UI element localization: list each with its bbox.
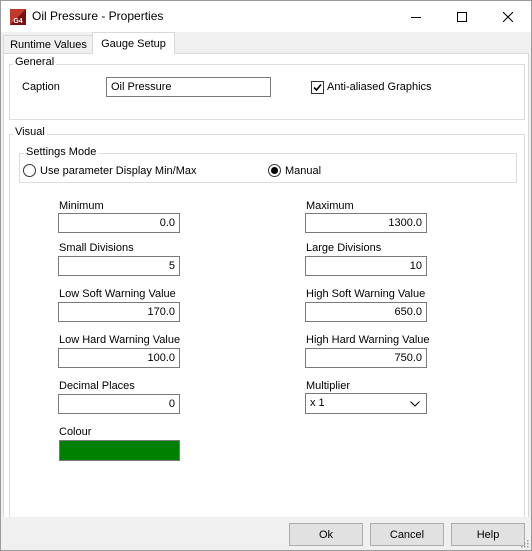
small-divisions-input[interactable]: 5	[58, 256, 180, 276]
maximize-button[interactable]	[439, 1, 485, 32]
resize-grip-icon[interactable]	[519, 538, 529, 548]
title-bar[interactable]: G4 Oil Pressure - Properties	[1, 1, 531, 32]
radio-use-parameter[interactable]	[23, 164, 36, 177]
decimal-places-label: Decimal Places	[59, 380, 135, 392]
visual-group-label: Visual	[13, 126, 47, 138]
minimize-icon	[411, 16, 421, 18]
tab-runtime-values[interactable]: Runtime Values	[3, 35, 94, 54]
visual-group	[9, 134, 525, 521]
low-soft-warning-label: Low Soft Warning Value	[59, 288, 176, 300]
antialias-checkbox[interactable]	[311, 81, 324, 94]
maximum-input[interactable]: 1300.0	[305, 213, 427, 233]
large-divisions-input[interactable]: 10	[305, 256, 427, 276]
high-hard-warning-input[interactable]: 750.0	[305, 348, 427, 368]
close-icon	[503, 11, 513, 22]
low-hard-warning-label: Low Hard Warning Value	[59, 334, 181, 346]
caption-label: Caption	[22, 81, 60, 93]
tab-gauge-setup[interactable]: Gauge Setup	[92, 32, 175, 54]
decimal-places-input[interactable]: 0	[58, 394, 180, 414]
maximum-label: Maximum	[306, 200, 354, 212]
general-group-label: General	[13, 56, 57, 68]
high-hard-warning-label: High Hard Warning Value	[306, 334, 430, 346]
colour-label: Colour	[59, 426, 92, 438]
app-logo-icon: G4	[10, 9, 26, 25]
small-divisions-label: Small Divisions	[59, 242, 134, 254]
minimum-label: Minimum	[59, 200, 104, 212]
tab-strip: Runtime Values Gauge Setup	[1, 32, 531, 54]
button-bar: Ok Cancel Help	[1, 517, 531, 550]
checkmark-icon	[313, 83, 322, 92]
antialias-label[interactable]: Anti-aliased Graphics	[327, 81, 432, 93]
window-title: Oil Pressure - Properties	[32, 9, 164, 23]
cancel-button[interactable]: Cancel	[370, 523, 444, 546]
close-button[interactable]	[485, 1, 531, 32]
colour-swatch[interactable]	[59, 440, 180, 461]
properties-window: G4 Oil Pressure - Properties Runtime Val…	[0, 0, 532, 551]
maximize-icon	[457, 11, 467, 22]
high-soft-warning-label: High Soft Warning Value	[306, 288, 426, 300]
multiplier-select[interactable]: x 1	[305, 393, 427, 414]
large-divisions-label: Large Divisions	[306, 242, 382, 254]
gauge-setup-panel: General Caption Oil Pressure Anti-aliase…	[3, 53, 529, 521]
settings-mode-label: Settings Mode	[24, 146, 99, 158]
radio-manual-label[interactable]: Manual	[285, 165, 321, 177]
caption-input[interactable]: Oil Pressure	[106, 77, 271, 97]
svg-text:G4: G4	[13, 18, 22, 25]
chevron-down-icon	[410, 401, 420, 407]
help-button[interactable]: Help	[451, 523, 525, 546]
radio-manual[interactable]	[268, 164, 281, 177]
minimize-button[interactable]	[393, 1, 439, 32]
low-soft-warning-input[interactable]: 170.0	[58, 302, 180, 322]
ok-button[interactable]: Ok	[289, 523, 363, 546]
high-soft-warning-input[interactable]: 650.0	[305, 302, 427, 322]
minimum-input[interactable]: 0.0	[58, 213, 180, 233]
low-hard-warning-input[interactable]: 100.0	[58, 348, 180, 368]
radio-use-parameter-label[interactable]: Use parameter Display Min/Max	[40, 165, 197, 177]
multiplier-value: x 1	[310, 397, 325, 409]
multiplier-label: Multiplier	[306, 380, 351, 392]
